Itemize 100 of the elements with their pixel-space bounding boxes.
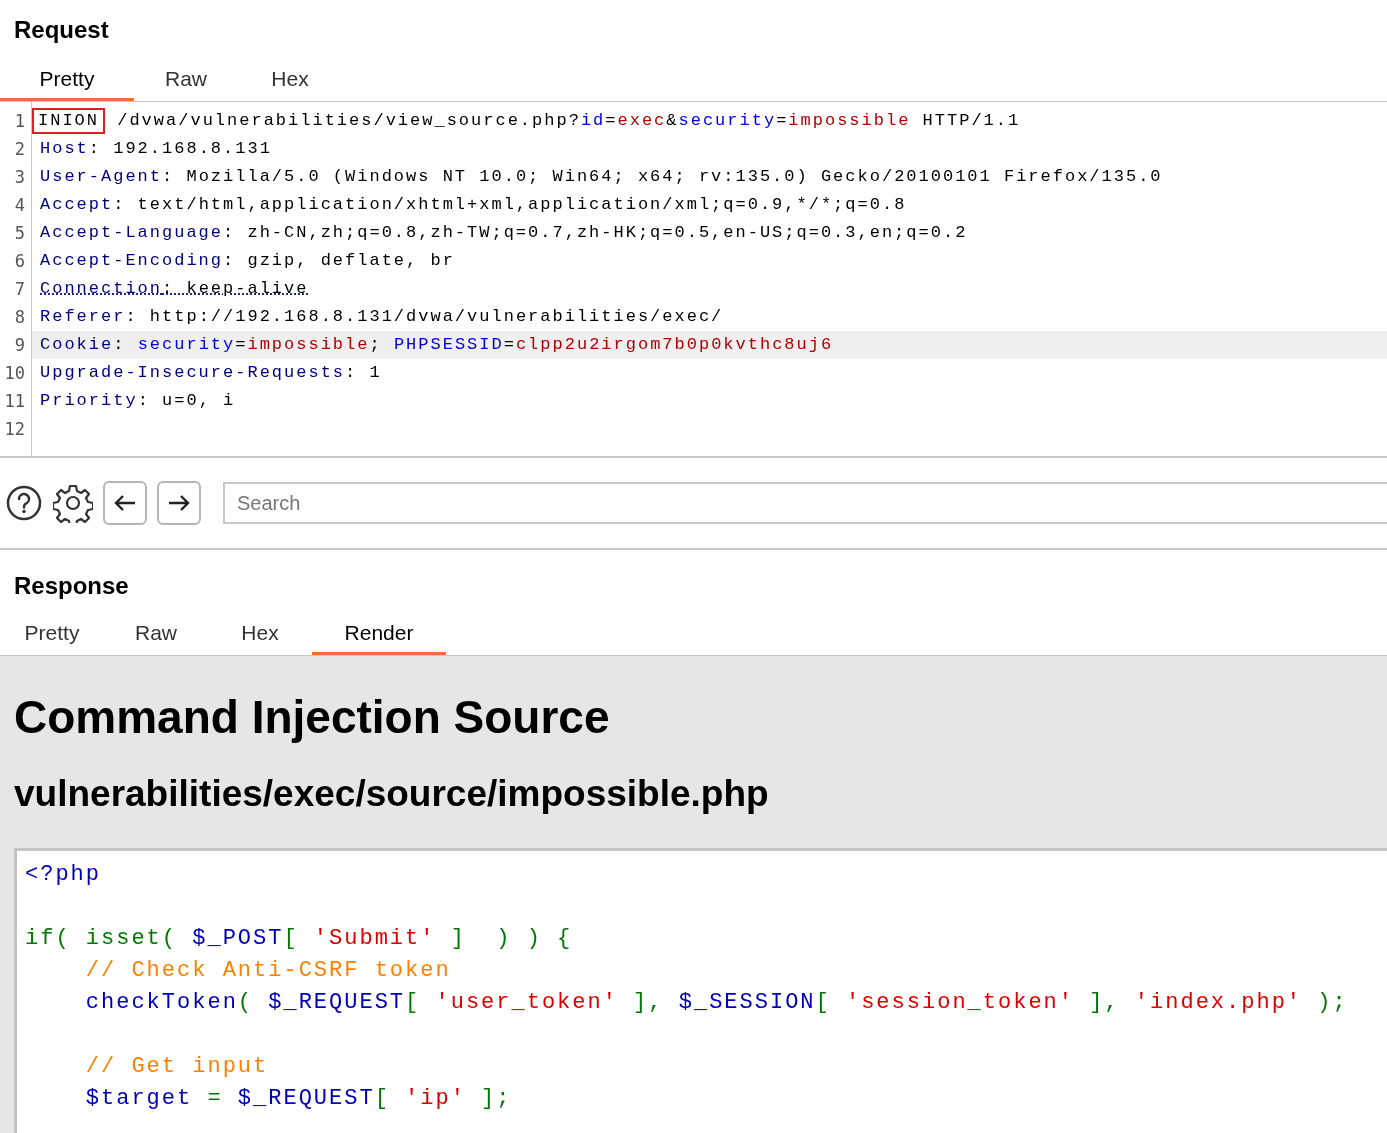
back-button[interactable] — [103, 481, 147, 525]
code-string: 'session_token' — [845, 989, 1074, 1017]
line-number: 5 — [13, 222, 26, 245]
response-title: Response — [13, 571, 130, 601]
search-field[interactable]: Search — [223, 482, 1387, 524]
code-keyword: [ — [374, 1085, 391, 1113]
code-keyword: ] ) ) { — [449, 925, 573, 953]
code-identifier: $_POST — [192, 925, 284, 953]
line-number: 4 — [13, 194, 26, 217]
line-number: 12 — [3, 418, 26, 441]
parameter-value: exec — [617, 110, 667, 132]
header-name: Cookie — [40, 334, 114, 356]
line-number: 11 — [3, 390, 26, 413]
code-keyword: ], — [1088, 989, 1121, 1017]
code-string: 'Submit' — [313, 925, 436, 953]
request-title: Request — [13, 15, 110, 45]
line-number: 3 — [13, 166, 26, 189]
line-number: 8 — [13, 306, 26, 329]
page-heading: Command Injection Source — [14, 690, 611, 744]
tab[interactable]: Raw — [104, 614, 208, 655]
code-identifier: $_REQUEST — [268, 989, 406, 1017]
settings-icon[interactable] — [53, 483, 93, 523]
parameter-value: impossible — [247, 334, 370, 356]
code-keyword: if( — [25, 925, 72, 953]
request-text: : text/html,application/xhtml+xml,application/xml;q=0.9,*/*;q=0.8 — [113, 194, 907, 216]
parameter-name: security — [678, 110, 777, 132]
header-name: Host — [40, 138, 89, 160]
code-comment: // Get input — [84, 1053, 269, 1081]
request-line[interactable]: Connection: keep-alive — [32, 275, 1387, 303]
header-name: Accept-Language — [40, 222, 224, 244]
request-text: : u=0, i — [137, 390, 236, 412]
tab[interactable]: Raw — [134, 60, 238, 101]
request-line[interactable]: Accept-Encoding: gzip, deflate, br — [32, 247, 1387, 275]
request-text: : gzip, deflate, br — [223, 250, 455, 272]
tab[interactable]: Pretty — [0, 60, 134, 101]
request-text: = — [235, 334, 248, 356]
page-subheading: vulnerabilities/exec/source/impossible.php — [14, 772, 770, 816]
code-string: 'index.php' — [1134, 989, 1303, 1017]
header-name: User-Agent — [40, 166, 163, 188]
code-comment: // Check Anti-CSRF token — [84, 957, 451, 985]
request-line[interactable]: Host: 192.168.8.131 — [32, 135, 1387, 163]
request-text: : 192.168.8.131 — [88, 138, 272, 160]
line-number: 9 — [13, 334, 26, 357]
header-name: Upgrade-Insecure-Requests — [40, 362, 346, 384]
header-name: Accept-Encoding — [40, 250, 224, 272]
parameter-value: clpp2u2irgom7b0p0kvthc8uj6 — [515, 334, 834, 356]
code-keyword: [ — [815, 989, 832, 1017]
request-text: HTTP/1.1 — [921, 110, 1021, 132]
forward-button[interactable] — [157, 481, 201, 525]
request-line[interactable]: Priority: u=0, i — [32, 387, 1387, 415]
parameter-name: PHPSESSID — [393, 334, 504, 356]
request-text: = — [776, 110, 789, 132]
header-name: Accept — [40, 194, 114, 216]
request-text: : zh-CN,zh;q=0.8,zh-TW;q=0.7,zh-HK;q=0.5,en-US;q=0.3,en;q=0.2 — [223, 222, 968, 244]
code-keyword: ( — [237, 989, 255, 1017]
code-keyword: = — [207, 1085, 224, 1113]
code-keyword: [ — [283, 925, 300, 953]
code-keyword: [ — [405, 989, 422, 1017]
tab[interactable]: Pretty — [0, 614, 104, 655]
code-string: 'user_token' — [435, 989, 618, 1017]
request-line[interactable]: Referer: http://192.168.8.131/dvwa/vulnerabilities/exec/ — [32, 303, 1387, 331]
code-identifier: $target — [84, 1085, 194, 1113]
request-text: ; — [369, 334, 383, 356]
header-name: Priority — [40, 390, 138, 412]
parameter-value: impossible — [788, 110, 911, 132]
request-line[interactable]: INION /dvwa/vulnerabilities/view_source.php?id=exec&security=impossible HTTP/1.1 — [32, 107, 1387, 135]
request-text: : Mozilla/5.0 (Windows NT 10.0; Win64; x64; rv:135.0) Gecko/20100101 Firefox/135.0 — [162, 166, 1163, 188]
request-text: : http://192.168.8.131/dvwa/vulnerabilities/exec/ — [125, 306, 724, 328]
tab[interactable]: Hex — [208, 614, 312, 655]
help-icon[interactable] — [5, 484, 43, 522]
line-number: 10 — [3, 362, 26, 385]
request-text: & — [666, 110, 679, 132]
line-number: 1 — [13, 110, 26, 133]
request-text: = — [605, 110, 618, 132]
request-text: : — [113, 334, 127, 356]
parameter-name: security — [137, 334, 236, 356]
highlighted-method: INION — [32, 108, 105, 134]
code-keyword: ], — [632, 989, 665, 1017]
request-line[interactable]: Upgrade-Insecure-Requests: 1 — [32, 359, 1387, 387]
header-name: Referer — [40, 306, 126, 328]
request-line[interactable]: Accept: text/html,application/xhtml+xml,application/xml;q=0.9,*/*;q=0.8 — [32, 191, 1387, 219]
header-name: Connection — [40, 278, 163, 300]
tab[interactable]: Hex — [238, 60, 342, 101]
line-number: 6 — [13, 250, 26, 273]
left-arrow-icon — [114, 494, 136, 512]
request-text: : 1 — [345, 362, 382, 384]
code-identifier: <?php — [25, 861, 101, 889]
line-number: 7 — [13, 278, 26, 301]
code-keyword: ); — [1316, 989, 1348, 1017]
request-line[interactable]: Accept-Language: zh-CN,zh;q=0.8,zh-TW;q=0.7,zh-HK;q=0.5,en-US;q=0.3,en;q=0.2 — [32, 219, 1387, 247]
request-line[interactable]: User-Agent: Mozilla/5.0 (Windows NT 10.0; Win64; x64; rv:135.0) Gecko/20100101 Firefox/135.0 — [32, 163, 1387, 191]
right-arrow-icon — [168, 494, 190, 512]
code-identifier: $_REQUEST — [237, 1085, 375, 1113]
request-text: /dvwa/vulnerabilities/view_source.php? — [116, 110, 581, 132]
code-keyword: isset( — [85, 925, 179, 953]
code-identifier: checkToken — [84, 989, 238, 1017]
request-text: = — [503, 334, 516, 356]
code-identifier: $_SESSION — [678, 989, 816, 1017]
line-number: 2 — [13, 138, 26, 161]
request-text: : keep-alive — [162, 278, 309, 300]
